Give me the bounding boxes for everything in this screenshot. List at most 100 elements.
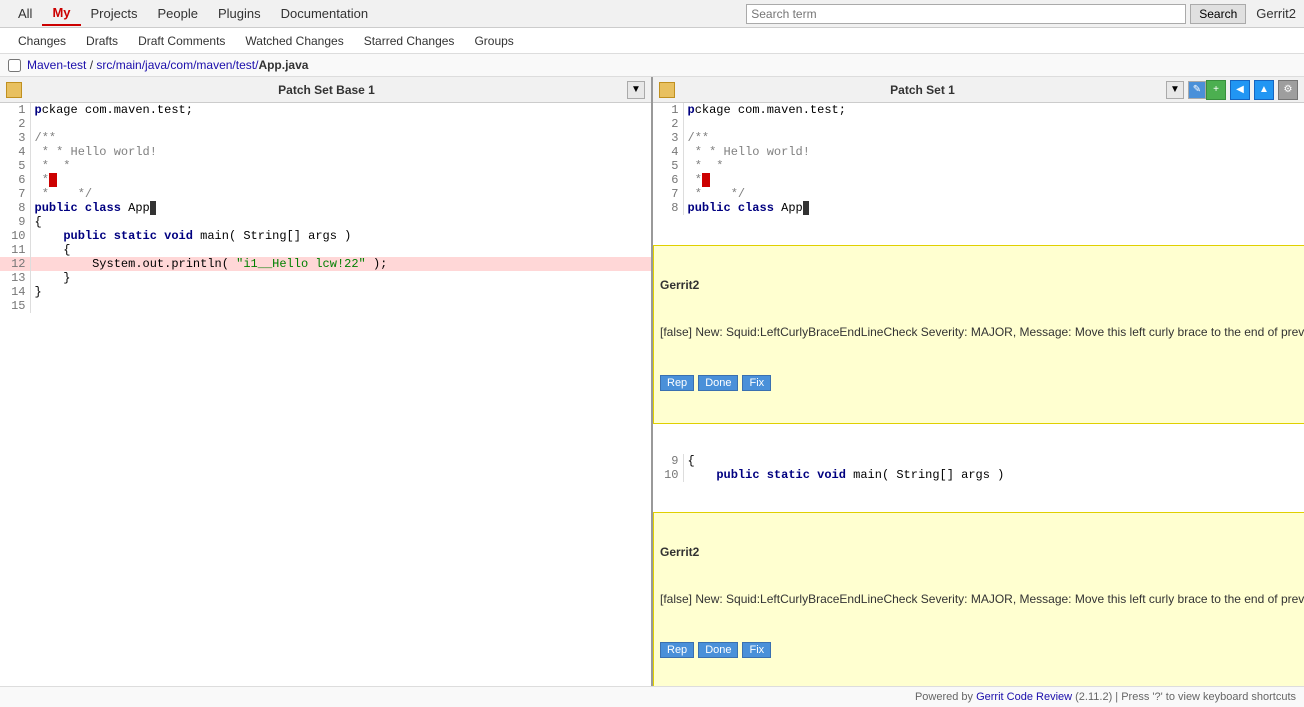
line-number: 1 — [0, 103, 30, 117]
add-icon-btn[interactable]: + — [1206, 80, 1226, 100]
comment-box-1: Gerrit2 9:24 AM [false] New: Squid:LeftC… — [653, 245, 1304, 424]
footer-version: (2.11.2) — [1075, 691, 1112, 703]
table-row: 3 /** — [0, 131, 651, 145]
right-header-action-icons: + ◀ ▲ ⚙ — [1206, 80, 1298, 100]
nav-changes[interactable]: Changes — [8, 30, 76, 52]
nav-all[interactable]: All — [8, 2, 42, 25]
line-content — [30, 117, 651, 131]
right-code-table: 1 pckage com.maven.test; 2 3 /** 4 * * H… — [653, 103, 1304, 699]
line-content — [30, 299, 651, 313]
line-content: public class App — [683, 201, 1304, 215]
comment-author-1: Gerrit2 — [660, 278, 699, 292]
table-row: 12 System.out.println( "i1__Hello lcw!22… — [0, 257, 651, 271]
nav-starred-changes[interactable]: Starred Changes — [354, 30, 465, 52]
line-content: /** — [30, 131, 651, 145]
nav-plugins[interactable]: Plugins — [208, 2, 271, 25]
nav-watched-changes[interactable]: Watched Changes — [235, 30, 353, 52]
right-download-btn[interactable]: ▼ — [1166, 81, 1184, 99]
comment-reply-btn-2[interactable]: Rep — [660, 642, 694, 658]
line-content: * — [683, 173, 1304, 187]
footer-text: Powered by — [915, 691, 973, 703]
breadcrumb-path[interactable]: src/main/java/com/maven/test/ — [96, 58, 258, 72]
comment-actions-2: Rep Done Fix — [660, 642, 1304, 658]
nav-documentation[interactable]: Documentation — [271, 2, 378, 25]
breadcrumb-filename: App.java — [258, 58, 308, 72]
nav-people[interactable]: People — [147, 2, 207, 25]
comment-cell-2: Gerrit2 9:24 AM [false] New: Squid:LeftC… — [653, 482, 1304, 699]
line-number: 10 — [0, 229, 30, 243]
nav-projects[interactable]: Projects — [81, 2, 148, 25]
top-nav: All My Projects People Plugins Documenta… — [0, 0, 1304, 28]
next-icon-btn[interactable]: ▲ — [1254, 80, 1274, 100]
nav-groups[interactable]: Groups — [464, 30, 523, 52]
table-row: 11 { — [0, 243, 651, 257]
diff-container: Patch Set Base 1 ▼ 1 pckage com.maven.te… — [0, 77, 1304, 699]
comment-fix-btn-1[interactable]: Fix — [742, 375, 771, 391]
breadcrumb-project[interactable]: Maven-test — [27, 58, 86, 72]
right-patch-set-label: Patch Set 1 — [679, 83, 1166, 97]
comment-row-1: Gerrit2 9:24 AM [false] New: Squid:LeftC… — [653, 215, 1304, 454]
prev-icon-btn[interactable]: ◀ — [1230, 80, 1250, 100]
table-row: 4 * * Hello world! — [0, 145, 651, 159]
table-row: 7 * */ — [653, 187, 1304, 201]
line-number: 5 — [653, 159, 683, 173]
line-number: 11 — [0, 243, 30, 257]
right-panel-header: Patch Set 1 ▼ ✎ + ◀ ▲ ⚙ — [653, 77, 1304, 103]
comment-done-btn-1[interactable]: Done — [698, 375, 738, 391]
table-row: 6 * — [653, 173, 1304, 187]
table-row: 9 { — [0, 215, 651, 229]
search-box: Search — [746, 4, 1246, 24]
comment-author-2: Gerrit2 — [660, 545, 699, 559]
line-number: 7 — [653, 187, 683, 201]
breadcrumb-text: Maven-test / src/main/java/com/maven/tes… — [27, 58, 308, 72]
left-code-table: 1 pckage com.maven.test; 2 3 /** 4 * * H… — [0, 103, 651, 313]
table-row: 14 } — [0, 285, 651, 299]
breadcrumb-checkbox[interactable] — [8, 59, 21, 72]
table-row: 3 /** — [653, 131, 1304, 145]
right-edit-btn[interactable]: ✎ — [1188, 81, 1206, 99]
table-row: 2 — [0, 117, 651, 131]
breadcrumb: Maven-test / src/main/java/com/maven/tes… — [0, 54, 1304, 77]
line-content: } — [30, 285, 651, 299]
table-row: 13 } — [0, 271, 651, 285]
line-content: pckage com.maven.test; — [30, 103, 651, 117]
line-content: * — [30, 173, 651, 187]
table-row: 5 * * — [653, 159, 1304, 173]
footer-shortcut-hint: Press '?' to view keyboard shortcuts — [1121, 691, 1296, 703]
line-content: * * — [683, 159, 1304, 173]
user-label: Gerrit2 — [1256, 6, 1296, 21]
left-download-btn[interactable]: ▼ — [627, 81, 645, 99]
nav-draft-comments[interactable]: Draft Comments — [128, 30, 235, 52]
line-number: 5 — [0, 159, 30, 173]
footer-link[interactable]: Gerrit Code Review — [976, 691, 1072, 703]
line-number: 10 — [653, 468, 683, 482]
line-number: 15 — [0, 299, 30, 313]
search-input[interactable] — [746, 4, 1186, 24]
comment-done-btn-2[interactable]: Done — [698, 642, 738, 658]
line-number: 1 — [653, 103, 683, 117]
line-number: 13 — [0, 271, 30, 285]
table-row: 6 * — [0, 173, 651, 187]
table-row: 1 pckage com.maven.test; — [0, 103, 651, 117]
line-number: 2 — [0, 117, 30, 131]
search-button[interactable]: Search — [1190, 4, 1246, 24]
comment-fix-btn-2[interactable]: Fix — [742, 642, 771, 658]
comment-reply-btn-1[interactable]: Rep — [660, 375, 694, 391]
right-panel-icons: ▼ ✎ — [1166, 81, 1206, 99]
line-number: 8 — [653, 201, 683, 215]
line-number: 9 — [0, 215, 30, 229]
line-content — [683, 117, 1304, 131]
comment-box-2: Gerrit2 9:24 AM [false] New: Squid:LeftC… — [653, 512, 1304, 691]
table-row: 7 * */ — [0, 187, 651, 201]
nav-my[interactable]: My — [42, 1, 80, 26]
line-number: 3 — [653, 131, 683, 145]
line-content: { — [30, 215, 651, 229]
table-row: 9 { — [653, 454, 1304, 468]
line-number: 2 — [653, 117, 683, 131]
line-number: 3 — [0, 131, 30, 145]
comment-body-2: [false] New: Squid:LeftCurlyBraceEndLine… — [660, 591, 1304, 608]
nav-drafts[interactable]: Drafts — [76, 30, 128, 52]
line-content: * */ — [683, 187, 1304, 201]
settings-icon-btn[interactable]: ⚙ — [1278, 80, 1298, 100]
line-number: 8 — [0, 201, 30, 215]
